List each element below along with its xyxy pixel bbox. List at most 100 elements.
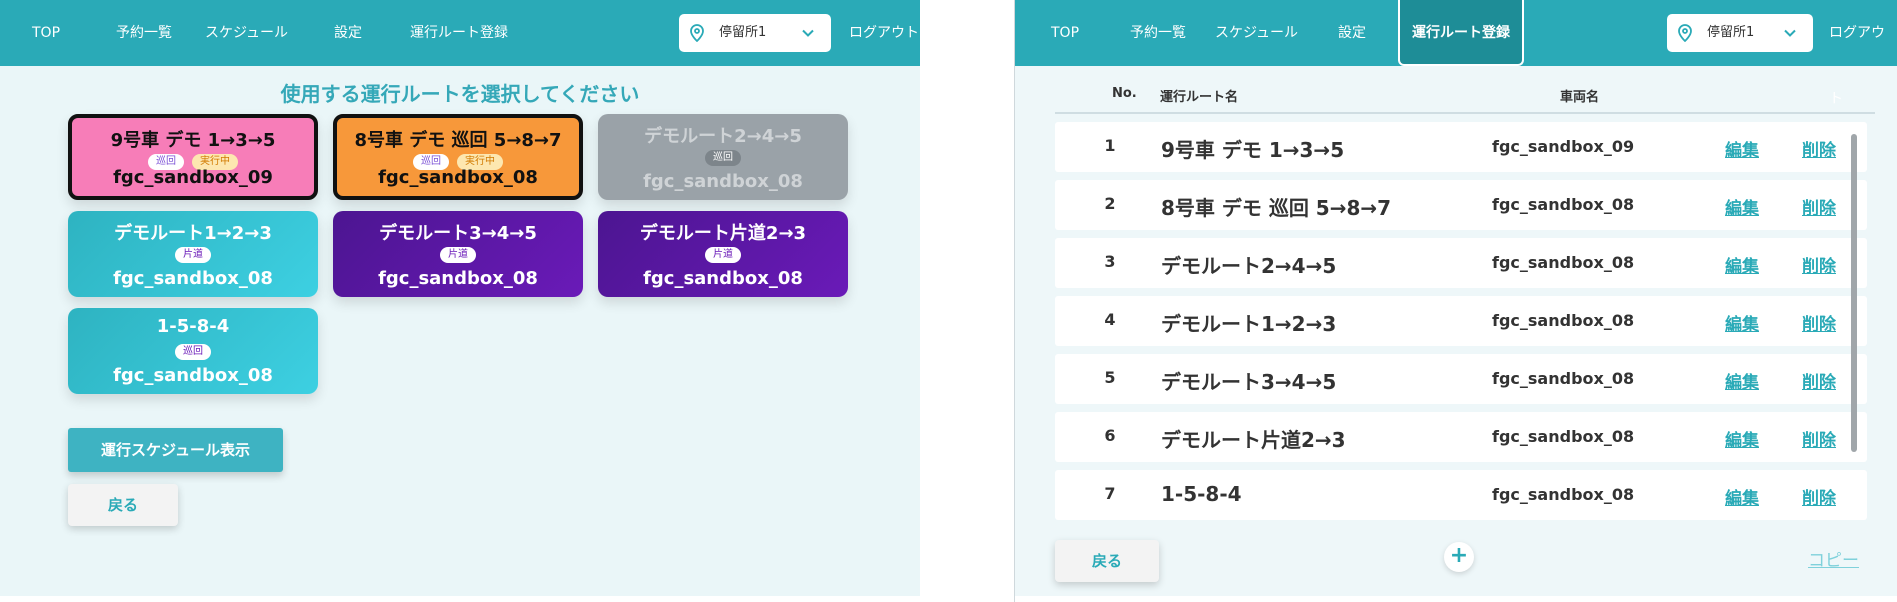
row-route-name: デモルート片道2→3 <box>1161 428 1346 452</box>
logout-link[interactable]: ログアウト <box>849 0 919 66</box>
route-card-vehicle: fgc_sandbox_08 <box>113 268 273 289</box>
delete-link[interactable]: 削除 <box>1802 426 1836 451</box>
delete-link[interactable]: 削除 <box>1802 368 1836 393</box>
route-card-badges: 片道 <box>68 247 318 263</box>
route-select-screen: TOP 予約一覧 スケジュール 設定 運行ルート登録 停留所1 ログアウト 使用… <box>0 0 920 596</box>
table-row: 6 デモルート片道2→3 fgc_sandbox_08 編集 削除 <box>1055 412 1867 462</box>
route-card[interactable]: デモルート片道2→3 片道 fgc_sandbox_08 <box>598 211 848 297</box>
delete-link[interactable]: 削除 <box>1802 310 1836 335</box>
nav-schedule[interactable]: スケジュール <box>1215 0 1298 66</box>
row-route-name: デモルート1→2→3 <box>1161 312 1337 336</box>
row-number: 2 <box>1104 194 1116 213</box>
row-vehicle: fgc_sandbox_08 <box>1492 485 1635 504</box>
edit-link[interactable]: 編集 <box>1725 136 1759 161</box>
chevron-down-icon <box>1784 29 1796 37</box>
route-card-badges: 巡回 <box>68 344 318 360</box>
route-card[interactable]: デモルート1→2→3 片道 fgc_sandbox_08 <box>68 211 318 297</box>
table-row: 4 デモルート1→2→3 fgc_sandbox_08 編集 削除 <box>1055 296 1867 346</box>
row-vehicle: fgc_sandbox_08 <box>1492 427 1635 446</box>
edit-link[interactable]: 編集 <box>1725 194 1759 219</box>
route-card[interactable]: 1-5-8-4 巡回 fgc_sandbox_08 <box>68 308 318 394</box>
map-pin-icon <box>690 24 704 42</box>
nav-settings[interactable]: 設定 <box>1338 0 1366 66</box>
table-row: 3 デモルート2→4→5 fgc_sandbox_08 編集 削除 <box>1055 238 1867 288</box>
edit-link[interactable]: 編集 <box>1725 484 1759 509</box>
row-number: 6 <box>1104 426 1116 445</box>
route-card-vehicle: fgc_sandbox_08 <box>643 268 803 289</box>
top-nav-bar: TOP 予約一覧 スケジュール 設定 運行ルート登録 停留所1 ログアウト <box>1015 0 1897 107</box>
route-card-title: 1-5-8-4 <box>156 316 230 337</box>
row-route-name: デモルート2→4→5 <box>1161 254 1337 278</box>
route-table-body[interactable]: 1 9号車 デモ 1→3→5 fgc_sandbox_09 編集 削除 2 8号車 デモ 巡… <box>1055 122 1867 522</box>
route-card-vehicle: fgc_sandbox_09 <box>113 167 273 188</box>
chevron-down-icon <box>802 29 814 37</box>
nav-top[interactable]: TOP <box>32 0 60 66</box>
route-card-vehicle: fgc_sandbox_08 <box>378 167 538 188</box>
row-route-name: 1-5-8-4 <box>1161 482 1242 506</box>
nav-settings[interactable]: 設定 <box>334 0 362 66</box>
copy-link[interactable]: コピー <box>1808 546 1859 571</box>
route-card-badges: 巡回 <box>598 150 848 166</box>
table-row: 5 デモルート3→4→5 fgc_sandbox_08 編集 削除 <box>1055 354 1867 404</box>
header-no: No. <box>1112 86 1137 101</box>
route-card[interactable]: デモルート3→4→5 片道 fgc_sandbox_08 <box>333 211 583 297</box>
header-route-name: 運行ルート名 <box>1160 90 1239 105</box>
back-button[interactable]: 戻る <box>1055 540 1159 582</box>
delete-link[interactable]: 削除 <box>1802 194 1836 219</box>
route-type-badge: 巡回 <box>175 344 211 360</box>
nav-reservations[interactable]: 予約一覧 <box>116 0 172 66</box>
nav-top[interactable]: TOP <box>1051 0 1079 66</box>
row-vehicle: fgc_sandbox_08 <box>1492 311 1635 330</box>
edit-link[interactable]: 編集 <box>1725 310 1759 335</box>
route-card-vehicle: fgc_sandbox_08 <box>113 365 273 386</box>
route-card[interactable]: 8号車 デモ 巡回 5→8→7 巡回 実行中 fgc_sandbox_08 <box>333 114 583 200</box>
nav-route-register[interactable]: 運行ルート登録 <box>410 0 508 66</box>
table-header: No. 運行ルート名 車両名 <box>1055 78 1875 114</box>
show-schedule-button[interactable]: 運行スケジュール表示 <box>68 428 283 472</box>
back-button[interactable]: 戻る <box>68 484 178 526</box>
route-type-badge: 巡回 <box>705 150 741 166</box>
route-card-title: デモルート片道2→3 <box>639 223 807 244</box>
route-card-title: デモルート1→2→3 <box>114 223 272 244</box>
row-route-name: 8号車 デモ 巡回 5→8→7 <box>1161 196 1392 220</box>
delete-link[interactable]: 削除 <box>1802 252 1836 277</box>
stop-select[interactable]: 停留所1 <box>679 14 831 52</box>
delete-link[interactable]: 削除 <box>1802 484 1836 509</box>
nav-route-register[interactable]: 運行ルート登録 <box>1398 0 1524 66</box>
map-pin-icon <box>1678 24 1692 42</box>
logout-link[interactable]: ログアウト <box>1829 0 1897 107</box>
edit-link[interactable]: 編集 <box>1725 252 1759 277</box>
route-card[interactable]: 9号車 デモ 1→3→5 巡回 実行中 fgc_sandbox_09 <box>68 114 318 200</box>
table-row: 7 1-5-8-4 fgc_sandbox_08 編集 削除 <box>1055 470 1867 520</box>
table-scrollbar[interactable] <box>1851 134 1857 452</box>
stop-select-value: 停留所1 <box>1707 25 1755 40</box>
route-card-badges: 片道 <box>598 247 848 263</box>
header-vehicle: 車両名 <box>1560 90 1600 105</box>
row-number: 7 <box>1104 484 1116 503</box>
page-heading: 使用する運行ルートを選択してください <box>280 82 640 106</box>
route-type-badge: 片道 <box>705 247 741 263</box>
edit-link[interactable]: 編集 <box>1725 426 1759 451</box>
route-card-badges: 片道 <box>333 247 583 263</box>
route-card-title: 8号車 デモ 巡回 5→8→7 <box>354 130 562 151</box>
row-number: 3 <box>1104 252 1116 271</box>
route-type-badge: 片道 <box>440 247 476 263</box>
row-vehicle: fgc_sandbox_08 <box>1492 195 1635 214</box>
edit-link[interactable]: 編集 <box>1725 368 1759 393</box>
row-vehicle: fgc_sandbox_09 <box>1492 137 1635 156</box>
route-card-title: 9号車 デモ 1→3→5 <box>110 130 276 151</box>
nav-schedule[interactable]: スケジュール <box>205 0 288 66</box>
row-number: 4 <box>1104 310 1116 329</box>
route-card-title: デモルート2→4→5 <box>644 126 802 147</box>
route-card-title: デモルート3→4→5 <box>379 223 537 244</box>
row-number: 5 <box>1104 368 1116 387</box>
route-card[interactable]: デモルート2→4→5 巡回 fgc_sandbox_08 <box>598 114 848 200</box>
add-route-button[interactable]: + <box>1444 542 1474 572</box>
row-vehicle: fgc_sandbox_08 <box>1492 253 1635 272</box>
delete-link[interactable]: 削除 <box>1802 136 1836 161</box>
nav-reservations[interactable]: 予約一覧 <box>1130 0 1186 66</box>
route-card-vehicle: fgc_sandbox_08 <box>378 268 538 289</box>
stop-select[interactable]: 停留所1 <box>1667 14 1813 52</box>
route-card-vehicle: fgc_sandbox_08 <box>643 171 803 192</box>
top-nav-bar: TOP 予約一覧 スケジュール 設定 運行ルート登録 停留所1 ログアウト <box>0 0 920 66</box>
